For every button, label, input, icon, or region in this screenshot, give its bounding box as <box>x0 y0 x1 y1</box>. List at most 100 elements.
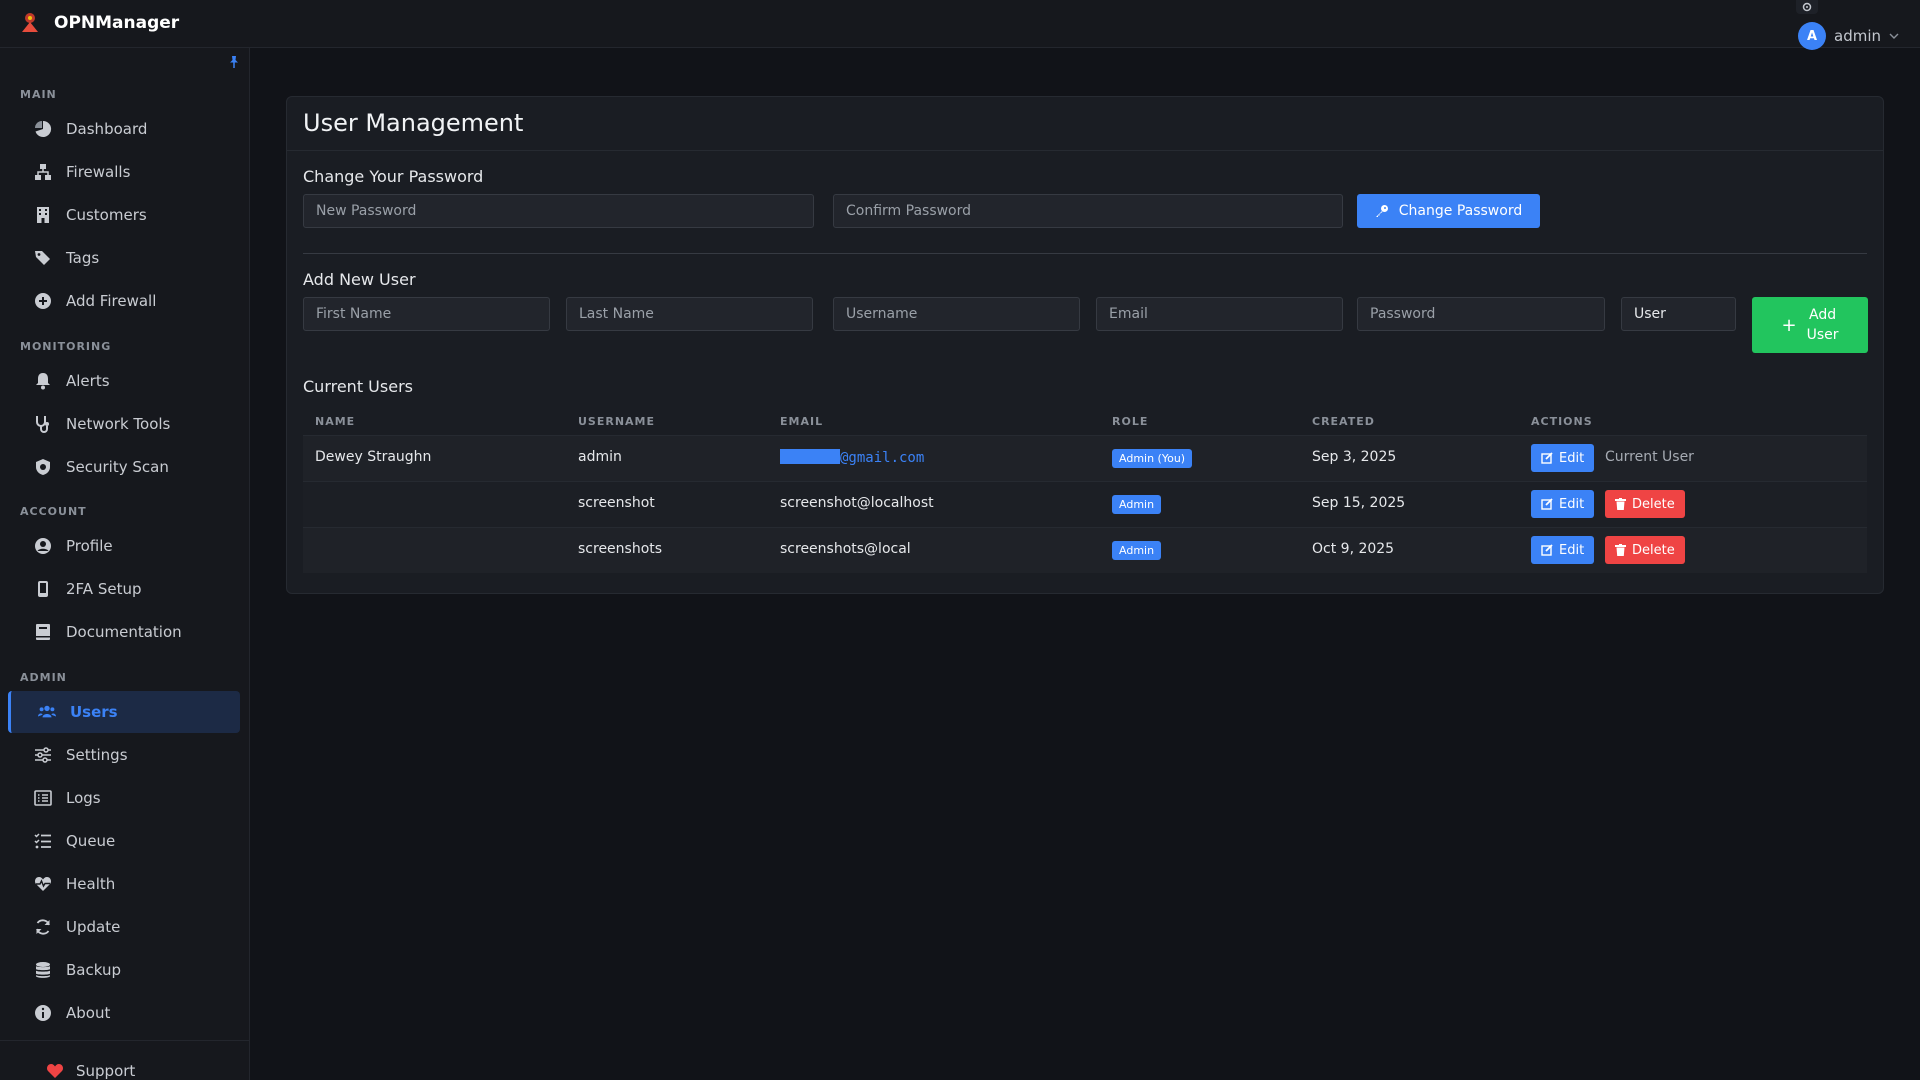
plus-circle-icon <box>34 292 52 310</box>
sidebar-item-health[interactable]: Health <box>8 863 240 905</box>
edit-label: Edit <box>1559 542 1585 558</box>
first-name-input[interactable] <box>303 297 550 331</box>
section-title-monitoring: MONITORING <box>20 340 112 353</box>
heart-pulse-icon <box>34 875 52 893</box>
cell-created: Sep 3, 2025 <box>1312 449 1397 465</box>
last-name-input[interactable] <box>566 297 813 331</box>
cell-created: Sep 15, 2025 <box>1312 495 1406 511</box>
info-circle-icon <box>34 1004 52 1022</box>
sliders-icon <box>34 746 52 764</box>
edit-button[interactable]: Edit <box>1531 490 1595 518</box>
sidebar-item-firewalls[interactable]: Firewalls <box>8 151 240 193</box>
sidebar-item-label: Profile <box>66 537 113 555</box>
sidebar-item-label: Backup <box>66 961 121 979</box>
add-user-heading: Add New User <box>303 270 416 289</box>
delete-button[interactable]: Delete <box>1605 536 1685 564</box>
confirm-password-input[interactable] <box>833 194 1343 228</box>
cell-email: screenshots@local <box>780 541 911 557</box>
sidebar-item-label: Health <box>66 875 116 893</box>
section-title-admin: ADMIN <box>20 671 67 684</box>
cell-username: screenshots <box>578 541 663 557</box>
user-menu[interactable]: A admin <box>1798 22 1899 50</box>
sidebar-divider <box>0 1040 250 1041</box>
cell-username: admin <box>578 449 622 465</box>
sidebar-item-network-tools[interactable]: Network Tools <box>8 403 240 445</box>
user-menu-name: admin <box>1834 27 1881 45</box>
password-input[interactable] <box>1357 297 1605 331</box>
add-user-label-line1: Add <box>1808 307 1837 323</box>
sidebar-item-profile[interactable]: Profile <box>8 525 240 567</box>
tags-icon <box>34 249 52 267</box>
cell-name: Dewey Straughn <box>315 449 432 465</box>
sidebar-item-label: Add Firewall <box>66 292 157 310</box>
list-check-icon <box>34 832 52 850</box>
add-user-button[interactable]: + Add User <box>1752 297 1868 353</box>
sidebar-item-label: Logs <box>66 789 101 807</box>
section-title-account: ACCOUNT <box>20 505 87 518</box>
username-input[interactable] <box>833 297 1080 331</box>
cell-email: screenshot@localhost <box>780 495 934 511</box>
add-user-label: Add User <box>1807 305 1839 345</box>
change-password-button[interactable]: Change Password <box>1357 194 1540 228</box>
edit-label: Edit <box>1559 496 1585 512</box>
sidebar-item-add-firewall[interactable]: Add Firewall <box>8 280 240 322</box>
list-icon <box>34 789 52 807</box>
sidebar-item-documentation[interactable]: Documentation <box>8 611 240 653</box>
email-link[interactable]: @gmail.com <box>840 450 924 466</box>
sidebar-item-queue[interactable]: Queue <box>8 820 240 862</box>
cell-username: screenshot <box>578 495 655 511</box>
mobile-icon <box>34 580 52 598</box>
role-badge: Admin <box>1112 495 1162 514</box>
sidebar-item-backup[interactable]: Backup <box>8 949 240 991</box>
sidebar-item-tags[interactable]: Tags <box>8 237 240 279</box>
pin-icon[interactable] <box>226 54 242 70</box>
network-icon <box>34 163 52 181</box>
cell-email[interactable]: @gmail.com <box>780 449 924 466</box>
sidebar-item-logs[interactable]: Logs <box>8 777 240 819</box>
avatar: A <box>1798 22 1826 50</box>
column-header-email: EMAIL <box>780 415 824 428</box>
sidebar-item-dashboard[interactable]: Dashboard <box>8 108 240 150</box>
edit-button[interactable]: Edit <box>1531 444 1595 472</box>
user-management-card: User Management Change Your Password Cha… <box>286 96 1884 594</box>
top-bar: OPNManager A admin <box>0 0 1920 50</box>
stethoscope-icon <box>34 415 52 433</box>
new-password-input[interactable] <box>303 194 814 228</box>
app-name: OPNManager <box>54 13 180 33</box>
sidebar-item-alerts[interactable]: Alerts <box>8 360 240 402</box>
delete-label: Delete <box>1632 496 1675 512</box>
sidebar-item-update[interactable]: Update <box>8 906 240 948</box>
page-title: User Management <box>303 109 524 137</box>
column-header-role: ROLE <box>1112 415 1149 428</box>
role-badge: Admin (You) <box>1112 449 1193 468</box>
support-link[interactable]: Support <box>46 1062 135 1080</box>
database-icon <box>34 961 52 979</box>
delete-button[interactable]: Delete <box>1605 490 1685 518</box>
app-logo-icon <box>22 13 38 32</box>
table-row: screenshots screenshots@local Admin Oct … <box>303 527 1867 573</box>
sidebar-item-security-scan[interactable]: Security Scan <box>8 446 240 488</box>
change-password-heading: Change Your Password <box>303 167 484 186</box>
edit-button[interactable]: Edit <box>1531 536 1595 564</box>
current-users-heading: Current Users <box>303 377 413 396</box>
sidebar-item-label: Documentation <box>66 623 182 641</box>
sidebar-item-label: Alerts <box>66 372 110 390</box>
brand[interactable]: OPNManager <box>18 10 179 36</box>
sidebar-item-users[interactable]: Users <box>8 691 240 733</box>
column-header-actions: ACTIONS <box>1531 415 1593 428</box>
sidebar-item-about[interactable]: About <box>8 992 240 1034</box>
section-title-main: MAIN <box>20 88 57 101</box>
change-password-label: Change Password <box>1398 203 1523 219</box>
email-input[interactable] <box>1096 297 1343 331</box>
sidebar-item-settings[interactable]: Settings <box>8 734 240 776</box>
sidebar-item-label: 2FA Setup <box>66 580 142 598</box>
sidebar-item-customers[interactable]: Customers <box>8 194 240 236</box>
users-icon <box>38 703 56 721</box>
sidebar-item-label: About <box>66 1004 111 1022</box>
key-icon <box>1375 205 1388 217</box>
delete-label: Delete <box>1632 542 1675 558</box>
role-select[interactable]: User <box>1621 297 1736 331</box>
sidebar-item-2fa-setup[interactable]: 2FA Setup <box>8 568 240 610</box>
trash-icon <box>1615 498 1626 510</box>
settings-gear-button[interactable] <box>1796 0 1818 14</box>
